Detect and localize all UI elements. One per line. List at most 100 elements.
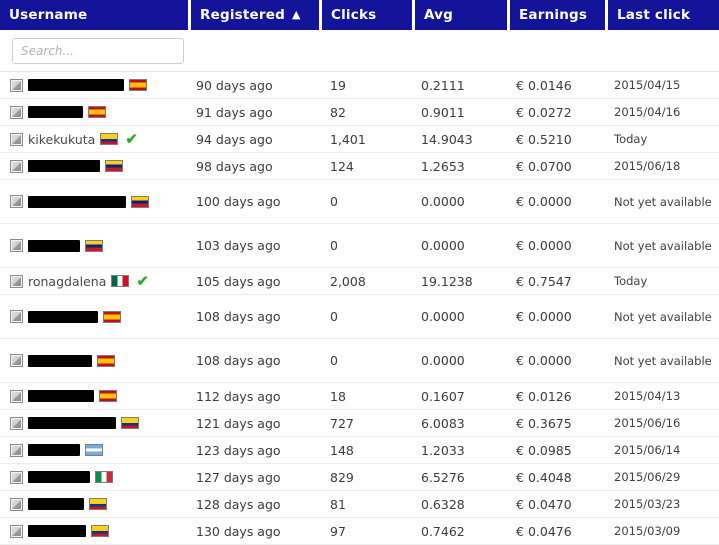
- flag-spain-icon: [88, 106, 106, 118]
- earnings-value: 0.0000: [527, 353, 572, 368]
- euro-symbol-icon: €: [516, 158, 524, 174]
- avatar-thumb-icon: [10, 132, 23, 146]
- cell-clicks: 19: [330, 77, 346, 93]
- redacted-username-bar: [28, 417, 116, 429]
- column-header-username[interactable]: Username: [0, 0, 188, 30]
- table-row[interactable]: 108 days ago 0 0.0000 €0.0000 Not yet availa…: [0, 339, 719, 383]
- cell-registered: 100 days ago: [196, 194, 281, 209]
- cell-registered: 121 days ago: [196, 415, 281, 431]
- flag-colombia-icon: [89, 498, 107, 510]
- table-row[interactable]: 100 days ago 0 0.0000 €0.0000 Not yet availa…: [0, 180, 719, 224]
- euro-symbol-icon: €: [516, 388, 524, 404]
- cell-registered: 94 days ago: [196, 131, 273, 147]
- cell-username: [10, 491, 195, 517]
- cell-earnings: €0.3675: [516, 410, 606, 436]
- column-header-avg-label: Avg: [424, 7, 454, 23]
- earnings-value: 0.0985: [527, 442, 572, 458]
- verified-check-icon: ✔: [125, 129, 138, 148]
- flag-mexico-icon: [111, 275, 130, 287]
- cell-username: ronagdalena ✔: [10, 268, 195, 294]
- cell-avg: 6.0083: [421, 415, 465, 431]
- cell-avg: 0.0000: [421, 194, 465, 209]
- table-filter-row: [0, 30, 719, 72]
- earnings-value: 0.4048: [527, 469, 572, 485]
- table-row[interactable]: 123 days ago 148 1.2033 €0.0985 2015/06/14: [0, 437, 719, 464]
- table-row[interactable]: 98 days ago 124 1.2653 €0.0700 2015/06/18: [0, 153, 719, 180]
- table-row[interactable]: 121 days ago 727 6.0083 €0.3675 2015/06/16: [0, 410, 719, 437]
- table-row[interactable]: kikekukuta ✔ 94 days ago 1,401 14.9043 €0.521…: [0, 126, 719, 153]
- table-row[interactable]: 90 days ago 19 0.2111 €0.0146 2015/04/15: [0, 72, 719, 99]
- avatar-thumb-icon: [10, 470, 23, 484]
- table-row[interactable]: 127 days ago 829 6.5276 €0.4048 2015/06/29: [0, 464, 719, 491]
- column-header-earnings-label: Earnings: [519, 7, 588, 23]
- column-header-last-click-label: Last click: [617, 7, 691, 23]
- column-header-clicks[interactable]: Clicks: [322, 0, 412, 30]
- username-label: ronagdalena: [28, 273, 107, 289]
- redacted-username-bar: [28, 444, 80, 456]
- earnings-value: 0.0700: [527, 158, 572, 174]
- cell-registered: 130 days ago: [196, 523, 281, 539]
- cell-clicks: 97: [330, 523, 346, 539]
- earnings-value: 0.0146: [527, 77, 572, 93]
- table-row[interactable]: 91 days ago 82 0.9011 €0.0272 2015/04/16: [0, 99, 719, 126]
- avatar-thumb-icon: [10, 524, 23, 538]
- table-row[interactable]: 108 days ago 0 0.0000 €0.0000 Not yet availa…: [0, 295, 719, 339]
- table-row[interactable]: 130 days ago 97 0.7462 €0.0476 2015/03/09: [0, 518, 719, 545]
- flag-colombia-icon: [91, 525, 109, 537]
- flag-spain-icon: [99, 390, 117, 402]
- cell-clicks: 2,008: [330, 273, 366, 289]
- cell-clicks: 82: [330, 104, 346, 120]
- search-input[interactable]: [12, 38, 184, 64]
- cell-username: [10, 72, 195, 98]
- cell-clicks: 0: [330, 194, 338, 209]
- table-row[interactable]: 112 days ago 18 0.1607 €0.0126 2015/04/13: [0, 383, 719, 410]
- cell-earnings: €0.0126: [516, 383, 606, 409]
- avatar-thumb-icon: [10, 416, 23, 430]
- cell-clicks: 727: [330, 415, 354, 431]
- cell-last-click: 2015/06/14: [614, 443, 681, 457]
- earnings-value: 0.0272: [527, 104, 572, 120]
- table-row[interactable]: 103 days ago 0 0.0000 €0.0000 Not yet availa…: [0, 224, 719, 268]
- cell-clicks: 148: [330, 442, 354, 458]
- avatar-thumb-icon: [10, 389, 23, 403]
- column-header-registered[interactable]: Registered ▲: [191, 0, 319, 30]
- referrals-table-panel: Username Registered ▲ Clicks Avg Earning…: [0, 0, 719, 545]
- cell-last-click: 2015/06/29: [614, 470, 681, 484]
- avatar-thumb-icon: [10, 274, 23, 288]
- cell-last-click: Today: [614, 274, 648, 288]
- cell-registered: 108 days ago: [196, 309, 281, 324]
- redacted-username-bar: [28, 471, 90, 483]
- table-row[interactable]: ronagdalena ✔ 105 days ago 2,008 19.1238 €0.7…: [0, 268, 719, 295]
- redacted-username-bar: [28, 310, 98, 323]
- redacted-username-bar: [28, 498, 84, 510]
- cell-username: [10, 99, 195, 125]
- euro-symbol-icon: €: [516, 194, 524, 209]
- cell-registered: 98 days ago: [196, 158, 273, 174]
- flag-venezuela-icon: [85, 239, 103, 252]
- table-body: 90 days ago 19 0.2111 €0.0146 2015/04/15 91 d…: [0, 72, 719, 545]
- cell-clicks: 124: [330, 158, 354, 174]
- avatar-thumb-icon: [10, 195, 23, 208]
- euro-symbol-icon: €: [516, 77, 524, 93]
- column-header-earnings[interactable]: Earnings: [510, 0, 605, 30]
- redacted-username-bar: [28, 354, 92, 367]
- redacted-username-bar: [28, 106, 83, 118]
- cell-clicks: 0: [330, 309, 338, 324]
- cell-avg: 0.1607: [421, 388, 465, 404]
- earnings-value: 0.0476: [527, 523, 572, 539]
- euro-symbol-icon: €: [516, 238, 524, 253]
- avatar-thumb-icon: [10, 239, 23, 252]
- column-header-last-click[interactable]: Last click: [608, 0, 719, 30]
- cell-earnings: €0.0000: [516, 180, 606, 223]
- flag-spain-icon: [97, 354, 115, 367]
- table-row[interactable]: 128 days ago 81 0.6328 €0.0470 2015/03/23: [0, 491, 719, 518]
- cell-last-click: 2015/03/23: [614, 497, 681, 511]
- cell-last-click: Not yet available: [614, 353, 712, 368]
- cell-username: [10, 295, 195, 338]
- cell-username: [10, 180, 195, 223]
- flag-italy-icon: [95, 471, 113, 483]
- cell-earnings: €0.0985: [516, 437, 606, 463]
- cell-username: [10, 224, 195, 267]
- column-header-avg[interactable]: Avg: [415, 0, 507, 30]
- cell-avg: 19.1238: [421, 273, 473, 289]
